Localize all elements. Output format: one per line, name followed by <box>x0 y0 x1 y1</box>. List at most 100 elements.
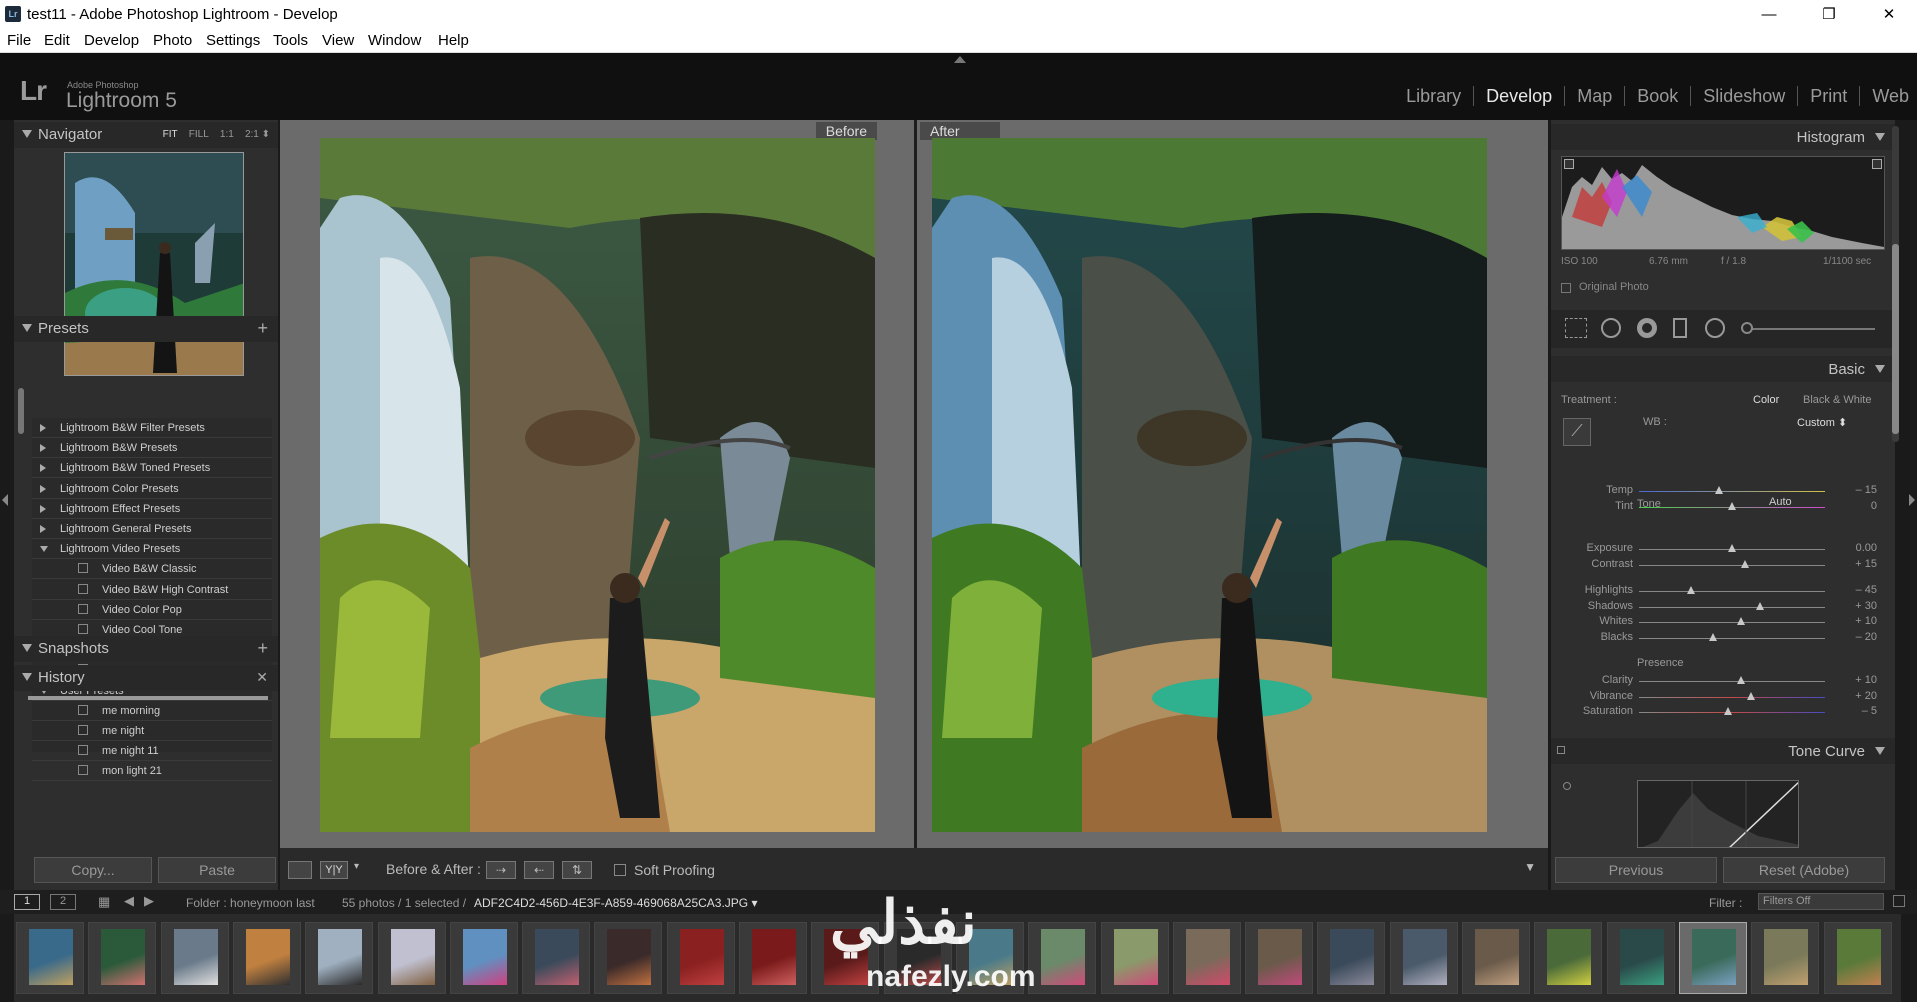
preset-item[interactable]: me night 11 <box>32 741 272 762</box>
navigator-header[interactable]: Navigator FIT FILL 1:1 2:1 ⬍ <box>14 122 278 148</box>
slider-knob[interactable] <box>1709 632 1718 641</box>
preset-item[interactable]: Video Color Pop <box>32 600 272 620</box>
module-print[interactable]: Print <box>1798 86 1861 106</box>
zoom-fill[interactable]: FILL <box>189 129 209 140</box>
filmstrip-thumbnail[interactable] <box>1462 922 1530 994</box>
graduated-filter-icon[interactable] <box>1673 318 1687 338</box>
slider-knob[interactable] <box>1714 486 1723 494</box>
slider-value[interactable]: 0 <box>1871 500 1877 512</box>
filmstrip-thumbnail[interactable] <box>16 922 84 994</box>
slider-value[interactable]: – 5 <box>1862 705 1877 717</box>
tone-curve-graph[interactable] <box>1637 780 1799 848</box>
left-panel-toggle-icon[interactable] <box>2 494 8 506</box>
slider-knob[interactable] <box>1724 707 1733 715</box>
preset-item[interactable]: me morning <box>32 701 272 721</box>
radial-filter-icon[interactable] <box>1705 318 1725 338</box>
filmstrip-thumbnail[interactable] <box>1245 922 1314 994</box>
after-photo[interactable] <box>932 138 1487 832</box>
zoom-2-1[interactable]: 2:1 ⬍ <box>245 129 270 140</box>
slider-tint[interactable]: Tint 0 <box>1551 498 1895 516</box>
slider-value[interactable]: – 15 <box>1856 484 1877 496</box>
highlight-clipping-icon[interactable] <box>1872 159 1882 169</box>
module-develop[interactable]: Develop <box>1474 86 1566 106</box>
top-panel-toggle-icon[interactable] <box>954 56 966 63</box>
menu-photo[interactable]: Photo <box>153 32 192 49</box>
left-scrollbar[interactable] <box>18 388 24 434</box>
preset-folder[interactable]: Lightroom B&W Presets <box>32 438 272 459</box>
add-preset-icon[interactable]: + <box>257 318 268 339</box>
navigator-preview[interactable] <box>64 152 244 376</box>
preset-folder[interactable]: Lightroom Video Presets <box>32 539 272 560</box>
histogram-header[interactable]: Histogram <box>1551 124 1895 150</box>
slider-track[interactable] <box>1639 622 1825 623</box>
right-panel-toggle-icon[interactable] <box>1909 494 1915 506</box>
forward-arrow-icon[interactable]: ▶ <box>144 893 154 909</box>
slider-value[interactable]: + 10 <box>1855 615 1877 627</box>
spot-removal-icon[interactable] <box>1601 318 1621 338</box>
swap-before-after-icon[interactable]: ⇅ <box>562 861 592 879</box>
filmstrip-thumbnail[interactable] <box>1678 922 1747 994</box>
menu-file[interactable]: File <box>7 32 31 49</box>
toolbar-menu-icon[interactable]: ▼ <box>1524 860 1536 874</box>
module-slideshow[interactable]: Slideshow <box>1691 86 1799 106</box>
slider-knob[interactable] <box>1728 544 1736 552</box>
view-mode-dropdown-icon[interactable]: ▾ <box>354 861 359 872</box>
filmstrip-thumbnail[interactable] <box>1028 922 1097 994</box>
preset-folder[interactable]: Lightroom General Presets <box>32 519 272 539</box>
folder-path[interactable]: Folder : honeymoon last <box>186 896 315 910</box>
slider-track[interactable] <box>1639 491 1825 492</box>
filter-dropdown[interactable]: Filters Off <box>1758 893 1884 910</box>
reset-button[interactable]: Reset (Adobe) <box>1723 857 1885 883</box>
menu-tools[interactable]: Tools <box>273 32 308 49</box>
slider-track[interactable] <box>1639 606 1825 608</box>
shadow-clipping-icon[interactable] <box>1564 159 1574 169</box>
preset-item[interactable]: mon light 21 <box>32 761 272 782</box>
before-after-view-toggle[interactable]: Y|Y <box>320 861 348 879</box>
window-1-button[interactable]: 1 <box>14 894 40 910</box>
tone-curve-header[interactable]: Tone Curve <box>1551 738 1895 764</box>
slider-knob[interactable] <box>1755 601 1764 610</box>
grid-view-icon[interactable]: ▦ <box>98 894 110 910</box>
auto-tone-button[interactable]: Auto <box>1769 496 1792 508</box>
filmstrip-thumbnail[interactable] <box>377 922 446 994</box>
menu-edit[interactable]: Edit <box>44 32 70 49</box>
original-photo-checkbox[interactable] <box>1561 283 1571 293</box>
restore-icon[interactable]: ❐ <box>1799 0 1859 29</box>
filmstrip-thumbnail[interactable] <box>594 922 663 994</box>
clear-history-icon[interactable]: ✕ <box>256 669 268 686</box>
slider-blacks[interactable]: Blacks – 20 <box>1551 629 1895 647</box>
slider-knob[interactable] <box>1687 586 1696 594</box>
slider-value[interactable]: – 20 <box>1856 631 1877 643</box>
menu-settings[interactable]: Settings <box>206 32 260 49</box>
slider-value[interactable]: + 10 <box>1855 674 1877 686</box>
soft-proofing-checkbox[interactable] <box>614 864 626 876</box>
preset-item[interactable]: Video B&W Classic <box>32 559 272 580</box>
filmstrip-thumbnail[interactable] <box>1606 922 1675 994</box>
copy-button[interactable]: Copy... <box>34 857 152 883</box>
slider-value[interactable]: + 15 <box>1855 558 1877 570</box>
menu-help[interactable]: Help <box>438 32 469 49</box>
wb-eyedropper-icon[interactable]: ⟋ <box>1563 418 1591 446</box>
crop-tool-icon[interactable] <box>1565 318 1587 338</box>
target-adjust-icon[interactable] <box>1563 782 1571 790</box>
tone-curve-toggle-icon[interactable] <box>1557 746 1565 754</box>
zoom-fit[interactable]: FIT <box>163 129 178 140</box>
preset-item[interactable]: Video B&W High Contrast <box>32 580 272 600</box>
filmstrip-thumbnail[interactable] <box>305 922 374 994</box>
filmstrip-thumbnail[interactable] <box>1751 922 1820 994</box>
adjustment-brush-icon[interactable] <box>1741 322 1753 334</box>
histogram-graph[interactable] <box>1561 156 1885 250</box>
preset-folder[interactable]: Lightroom Effect Presets <box>32 499 272 519</box>
close-icon[interactable]: ✕ <box>1859 0 1917 29</box>
preset-folder[interactable]: Lightroom B&W Toned Presets <box>32 458 272 479</box>
slider-knob[interactable] <box>1737 676 1746 684</box>
slider-track[interactable] <box>1639 591 1825 592</box>
adjustment-brush-slider[interactable] <box>1751 328 1875 330</box>
filmstrip-thumbnail[interactable] <box>160 922 229 994</box>
presets-header[interactable]: Presets + <box>14 316 278 342</box>
filter-lock-icon[interactable] <box>1893 895 1905 907</box>
slider-knob[interactable] <box>1746 691 1755 700</box>
preset-folder[interactable]: Lightroom Color Presets <box>32 479 272 499</box>
filmstrip-thumbnail[interactable] <box>666 922 735 994</box>
window-2-button[interactable]: 2 <box>50 894 76 910</box>
